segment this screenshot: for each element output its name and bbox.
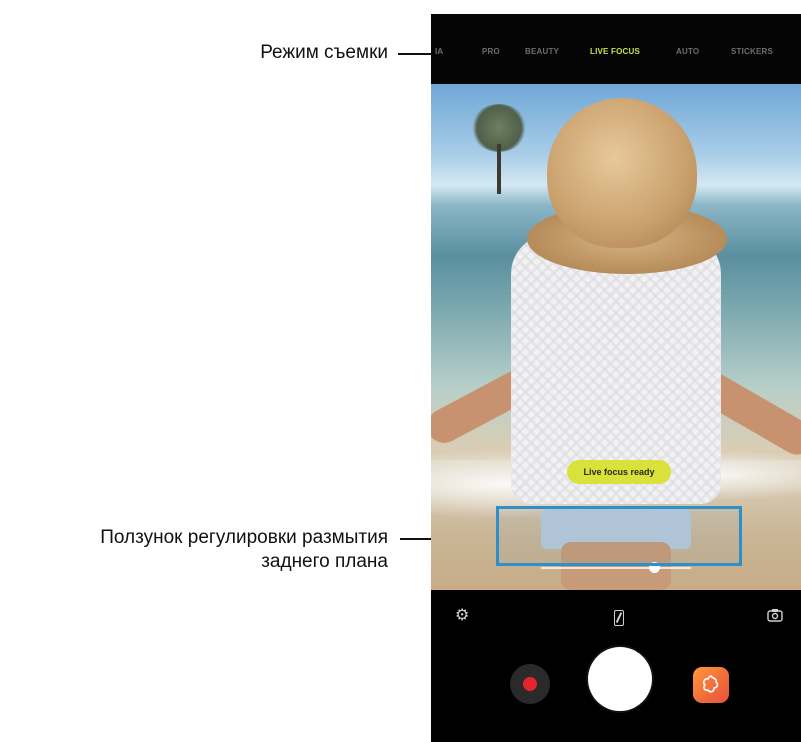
- mode-auto[interactable]: AUTO: [676, 47, 699, 56]
- record-button[interactable]: [510, 664, 550, 704]
- blur-slider-callout-line2: заднего плана: [261, 551, 388, 572]
- mode-live-focus[interactable]: LIVE FOCUS: [590, 47, 640, 56]
- effects-icon: [702, 675, 719, 693]
- camera-controls-bar: ⚙: [431, 590, 801, 742]
- shooting-mode-leader-line: [398, 53, 435, 55]
- blur-slider-callout: Ползунок регулировки размытия заднего пл…: [100, 526, 388, 574]
- blur-slider-highlight: [496, 506, 742, 566]
- switch-camera-icon[interactable]: [767, 608, 783, 626]
- tree-trunk: [497, 144, 501, 194]
- mode-beauty[interactable]: BEAUTY: [525, 47, 559, 56]
- mode-stickers[interactable]: STICKERS: [731, 47, 773, 56]
- camera-screen: IA PRO BEAUTY LIVE FOCUS AUTO STICKERS L…: [431, 14, 801, 742]
- live-focus-status-pill: Live focus ready: [567, 460, 671, 484]
- blur-slider-callout-line1: Ползунок регулировки размытия: [100, 527, 388, 548]
- shutter-button[interactable]: [591, 650, 649, 708]
- gear-icon[interactable]: ⚙: [455, 608, 469, 624]
- blur-slider-track[interactable]: [541, 567, 691, 569]
- sun-hat: [547, 98, 697, 248]
- manual-page: Режим съемки Ползунок регулировки размыт…: [0, 0, 801, 742]
- effects-button[interactable]: [693, 667, 729, 703]
- shooting-mode-bar: IA PRO BEAUTY LIVE FOCUS AUTO STICKERS: [431, 14, 801, 84]
- mode-ia[interactable]: IA: [435, 47, 443, 56]
- shooting-mode-callout: Режим съемки: [260, 42, 388, 63]
- mode-pro[interactable]: PRO: [482, 47, 500, 56]
- record-icon: [523, 677, 537, 691]
- aspect-ratio-icon[interactable]: [614, 610, 624, 626]
